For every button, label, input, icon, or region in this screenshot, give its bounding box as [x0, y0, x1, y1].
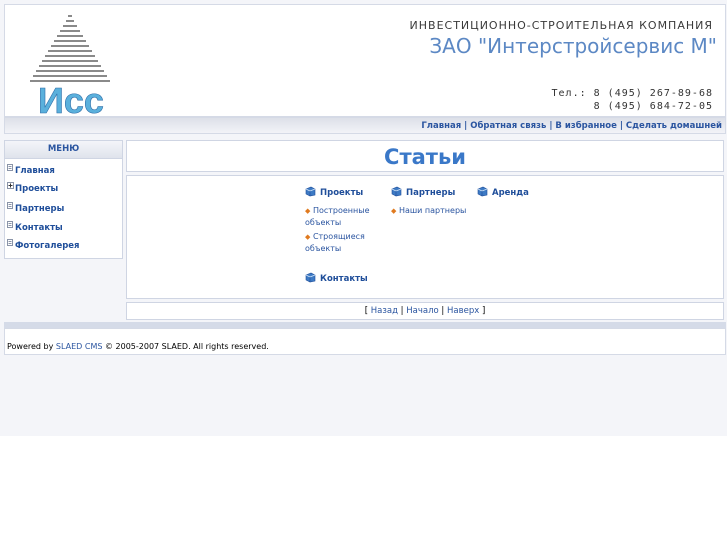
subcategory-label: Строящиеся — [312, 232, 365, 241]
document-icon — [7, 239, 13, 246]
subcategory-label: Построенные — [312, 206, 370, 215]
subcategory-label: Наши партнеры — [398, 206, 467, 215]
category-label: Контакты — [320, 274, 368, 284]
company-name: ЗАО "Интерстройсервис М" — [429, 34, 717, 58]
pager-top-link[interactable]: Наверх — [447, 306, 479, 316]
company-logo[interactable]: Исс — [25, 10, 117, 121]
pager-back-link[interactable]: Назад — [371, 306, 398, 316]
sidebar-menu: МЕНЮ Главная Проекты Партнеры Контакты Ф… — [4, 140, 123, 259]
phone-1: Тел.: 8 (495) 267-89-68 — [551, 88, 713, 99]
category-partners[interactable]: Партнеры — [391, 186, 456, 198]
sidebar-item-projects[interactable]: Проекты — [7, 182, 59, 194]
document-icon — [7, 202, 13, 209]
sidebar-item-label: Главная — [15, 166, 55, 176]
sidebar-item-label: Контакты — [15, 223, 63, 233]
logo-text: Исс — [38, 80, 104, 116]
sidebar-item-label: Проекты — [15, 184, 59, 194]
document-icon — [7, 221, 13, 228]
book-icon — [305, 272, 316, 283]
pager-bracket: ] — [481, 306, 486, 316]
nav-sep: | — [619, 121, 623, 131]
footer-powered: Powered by — [7, 342, 54, 351]
phone-block: Тел.: 8 (495) 267-89-68 8 (495) 684-72-0… — [552, 87, 713, 113]
book-icon — [391, 186, 402, 197]
sidebar-item-home[interactable]: Главная — [7, 164, 55, 176]
subcategory-built-link[interactable]: ◆ Построенные объекты — [305, 205, 370, 229]
category-rent[interactable]: Аренда — [477, 186, 529, 198]
category-contacts[interactable]: Контакты — [305, 272, 368, 284]
logo-pyramid-icon: Исс — [30, 15, 110, 121]
subcategory-building-link[interactable]: ◆ Строящиеся объекты — [305, 231, 365, 255]
footer-cms-link[interactable]: SLAED CMS — [56, 342, 103, 351]
category-label: Проекты — [320, 188, 364, 198]
nav-favorites-link[interactable]: В избранное — [555, 121, 616, 131]
top-nav: Главная | Обратная связь | В избранное |… — [4, 117, 726, 134]
menu-title: МЕНЮ — [5, 141, 122, 159]
subcategory-label: объекты — [305, 218, 342, 227]
sidebar-item-label: Фотогалерея — [15, 241, 80, 251]
sidebar-item-label: Партнеры — [15, 204, 65, 214]
nav-sep: | — [464, 121, 468, 131]
category-label: Партнеры — [406, 188, 456, 198]
pager-sep: | — [400, 306, 404, 316]
book-icon — [305, 186, 316, 197]
site-header: Исс ИНВЕСТИЦИОННО-СТРОИТЕЛЬНАЯ КОМПАНИЯ … — [4, 4, 726, 121]
pager-sep: | — [441, 306, 445, 316]
sidebar-item-partners[interactable]: Партнеры — [7, 202, 65, 214]
page-title: Статьи — [384, 145, 466, 169]
footer-rights: © 2005-2007 SLAED. All rights reserved. — [104, 342, 269, 351]
sidebar-item-contacts[interactable]: Контакты — [7, 221, 63, 233]
category-projects[interactable]: Проекты — [305, 186, 364, 198]
page-title-box: Статьи — [126, 140, 724, 172]
document-icon — [7, 164, 13, 171]
book-icon — [477, 186, 488, 197]
sidebar-item-gallery[interactable]: Фотогалерея — [7, 239, 80, 251]
phone-2: 8 (495) 684-72-05 — [593, 101, 713, 112]
category-label: Аренда — [492, 188, 529, 198]
pager: [ Назад | Начало | Наверх ] — [126, 302, 724, 320]
categories-panel: Проекты ◆ Построенные объекты ◆ Строящие… — [126, 175, 724, 299]
nav-home-link[interactable]: Главная — [421, 121, 461, 131]
pager-start-link[interactable]: Начало — [406, 306, 438, 316]
expand-plus-icon[interactable] — [7, 182, 14, 189]
bullet-icon: ◆ — [305, 233, 311, 241]
nav-make-home-link[interactable]: Сделать домашней — [626, 121, 722, 131]
nav-feedback-link[interactable]: Обратная связь — [470, 121, 546, 131]
subcategory-our-partners-link[interactable]: ◆ Наши партнеры — [391, 205, 466, 217]
bullet-icon: ◆ — [391, 207, 397, 215]
company-subtitle: ИНВЕСТИЦИОННО-СТРОИТЕЛЬНАЯ КОМПАНИЯ — [409, 19, 713, 32]
nav-sep: | — [549, 121, 553, 131]
footer: Powered by SLAED CMS © 2005-2007 SLAED. … — [4, 328, 726, 355]
pager-bracket: [ — [364, 306, 369, 316]
subcategory-label: объекты — [305, 244, 342, 253]
bullet-icon: ◆ — [305, 207, 311, 215]
